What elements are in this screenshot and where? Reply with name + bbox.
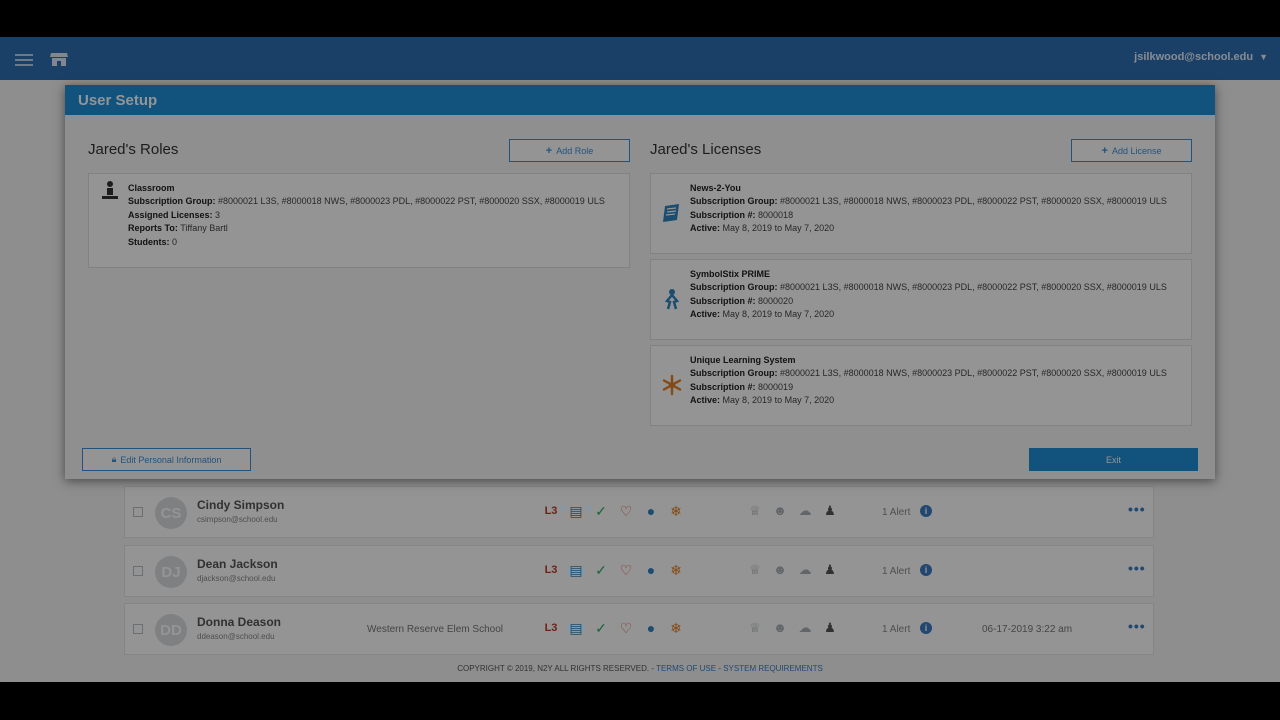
role-card[interactable]: Classroom Subscription Group: #8000021 L… bbox=[88, 173, 630, 268]
license-card[interactable]: News-2-You Subscription Group: #8000021 … bbox=[650, 173, 1192, 254]
label: Students: bbox=[128, 236, 170, 247]
label: Active: bbox=[690, 223, 721, 234]
add-license-button[interactable]: + Add License bbox=[1071, 139, 1192, 162]
label: Subscription #: bbox=[690, 209, 756, 220]
lock-icon: 🔒︎ bbox=[111, 454, 117, 464]
role-name: Classroom bbox=[128, 183, 175, 193]
license-name: SymbolStix PRIME bbox=[690, 269, 771, 279]
app-screen: jsilkwood@school.edu ▼ CS Cindy Simpson … bbox=[0, 37, 1280, 682]
label: Subscription Group: bbox=[690, 282, 778, 293]
subscription-number: 8000019 bbox=[758, 381, 794, 392]
license-name: News-2-You bbox=[690, 183, 741, 193]
assigned-licenses: 3 bbox=[215, 209, 221, 220]
students-count: 0 bbox=[172, 236, 178, 247]
modal-title: User Setup bbox=[65, 85, 1215, 115]
label: Subscription Group: bbox=[690, 196, 778, 207]
label: Subscription Group: bbox=[128, 196, 216, 207]
edit-label: Edit Personal Information bbox=[120, 454, 222, 465]
plus-icon: + bbox=[545, 144, 553, 157]
newspaper-icon bbox=[663, 204, 679, 222]
license-details: SymbolStix PRIME Subscription Group: #80… bbox=[690, 268, 1183, 322]
label: Subscription #: bbox=[690, 295, 756, 306]
active-dates: May 8, 2019 to May 7, 2020 bbox=[722, 395, 835, 406]
subscription-group: #8000021 L3S, #8000018 NWS, #8000023 PDL… bbox=[780, 196, 1167, 207]
license-card[interactable]: Unique Learning System Subscription Grou… bbox=[650, 345, 1192, 426]
plus-icon: + bbox=[1101, 144, 1108, 157]
label: Subscription Group: bbox=[690, 368, 778, 379]
symbolstix-figure-icon bbox=[664, 289, 680, 310]
roles-title: Jared's Roles bbox=[88, 141, 179, 158]
exit-button[interactable]: Exit bbox=[1029, 448, 1198, 471]
license-details: Unique Learning System Subscription Grou… bbox=[690, 354, 1183, 408]
license-details: News-2-You Subscription Group: #8000021 … bbox=[690, 182, 1183, 236]
presenter-icon bbox=[102, 181, 118, 199]
subscription-number: 8000020 bbox=[758, 295, 794, 306]
subscription-group: #8000021 L3S, #8000018 NWS, #8000023 PDL… bbox=[780, 368, 1167, 379]
label: Active: bbox=[690, 395, 721, 406]
add-role-button[interactable]: + Add Role bbox=[509, 139, 630, 162]
active-dates: May 8, 2019 to May 7, 2020 bbox=[722, 309, 835, 320]
subscription-group: #8000021 L3S, #8000018 NWS, #8000023 PDL… bbox=[218, 196, 605, 207]
subscription-group: #8000021 L3S, #8000018 NWS, #8000023 PDL… bbox=[780, 282, 1167, 293]
label: Active: bbox=[690, 309, 721, 320]
role-details: Classroom Subscription Group: #8000021 L… bbox=[128, 182, 621, 249]
label: Reports To: bbox=[128, 223, 178, 234]
reports-to: Tiffany Bartl bbox=[180, 223, 228, 234]
subscription-number: 8000018 bbox=[758, 209, 794, 220]
add-license-label: Add License bbox=[1111, 145, 1162, 156]
snowflake-icon bbox=[662, 374, 682, 396]
user-setup-modal: User Setup Jared's Roles + Add Role Jare… bbox=[65, 85, 1215, 479]
active-dates: May 8, 2019 to May 7, 2020 bbox=[722, 223, 835, 234]
license-name: Unique Learning System bbox=[690, 355, 796, 365]
edit-personal-info-button[interactable]: 🔒︎ Edit Personal Information bbox=[82, 448, 251, 471]
add-role-label: Add Role bbox=[556, 145, 594, 156]
label: Assigned Licenses: bbox=[128, 209, 213, 220]
label: Subscription #: bbox=[690, 381, 756, 392]
licenses-title: Jared's Licenses bbox=[650, 141, 762, 158]
license-card[interactable]: SymbolStix PRIME Subscription Group: #80… bbox=[650, 259, 1192, 340]
